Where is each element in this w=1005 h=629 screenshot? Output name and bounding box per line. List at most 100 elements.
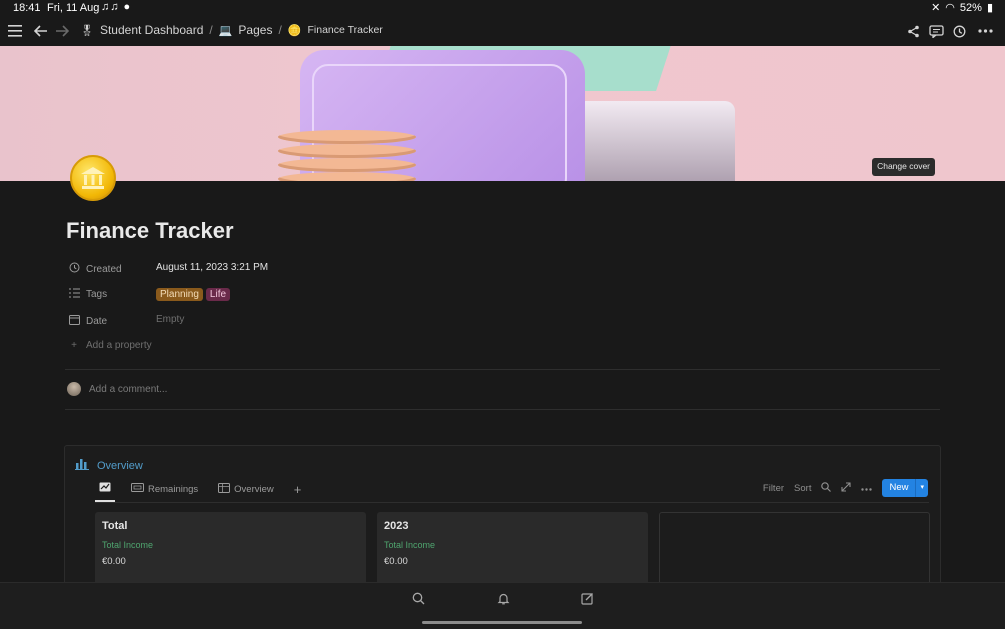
database-block: Overview Remainings Overview + Filter So… [64, 445, 941, 592]
property-value: August 11, 2023 3:21 PM [156, 262, 269, 273]
back-icon[interactable] [31, 21, 51, 41]
status-time: 18:41 [13, 2, 41, 14]
avatar [67, 382, 81, 396]
plus-icon: + [293, 481, 302, 497]
wifi-icon: ◠ [945, 2, 955, 14]
status-right: ✕ ◠ 52% ▮ [931, 1, 993, 15]
status-date: Fri, 11 Aug [47, 2, 100, 14]
plus-icon: + [71, 340, 77, 351]
change-cover-button[interactable]: Change cover [872, 158, 935, 176]
property-key: Tags [68, 288, 107, 301]
filter-button[interactable]: Filter [763, 483, 784, 494]
battery-icon: ▮ [986, 2, 993, 14]
breadcrumb-root[interactable]: Student Dashboard [100, 23, 203, 37]
more-options-icon[interactable] [975, 21, 995, 41]
property-name: Tags [86, 289, 108, 300]
breadcrumb-pages[interactable]: Pages [238, 23, 272, 37]
card-2023[interactable]: 2023 Total Income €0.00 [377, 512, 648, 592]
property-key: Created [68, 262, 122, 276]
cover-coin [278, 158, 416, 172]
cover-image [0, 46, 1005, 181]
card-field-value: €0.00 [102, 556, 126, 567]
comment-placeholder: Add a comment... [89, 383, 168, 395]
bank-coin-icon[interactable] [70, 155, 116, 201]
share-icon[interactable] [903, 21, 923, 41]
top-bar: 🎖 Student Dashboard / 💻 Pages / 🪙 Financ… [0, 16, 1005, 46]
breadcrumb-separator: / [209, 23, 213, 37]
page-title[interactable]: Finance Tracker [66, 218, 234, 244]
property-key: Date [68, 314, 107, 328]
database-title-label: Overview [97, 459, 143, 472]
list-icon [68, 288, 80, 301]
new-button-label: New [889, 482, 909, 493]
property-value: Planning Life [156, 288, 233, 301]
add-view-button[interactable]: + [290, 476, 306, 502]
card-title: Total [102, 520, 128, 532]
table-icon [218, 482, 231, 496]
tab-remainings[interactable]: Remainings [127, 476, 202, 502]
tab-label: Remainings [148, 483, 199, 495]
clock-icon [68, 262, 80, 276]
chevron-down-icon[interactable]: ▾ [915, 479, 928, 497]
tab-chart[interactable] [95, 476, 115, 502]
status-bar: 18:41 Fri, 11 Aug ♫♫ ● ✕ ◠ 52% ▮ [0, 0, 1005, 16]
expand-icon[interactable] [841, 481, 852, 495]
history-icon[interactable] [949, 21, 969, 41]
coin-icon: 🪙 [287, 24, 302, 37]
breadcrumb: 🎖 Student Dashboard / 💻 Pages / 🪙 Financ… [80, 23, 383, 37]
card-field-value: €0.00 [384, 556, 408, 567]
battery-percent: 52% [959, 1, 982, 14]
breadcrumb-current[interactable]: Finance Tracker [308, 24, 383, 36]
card-total[interactable]: Total Total Income €0.00 [95, 512, 366, 592]
medal-icon: 🎖 [80, 24, 94, 37]
properties-panel: Created August 11, 2023 3:21 PM Tags Pla… [68, 260, 938, 364]
comments-icon[interactable] [926, 21, 946, 41]
forward-icon[interactable] [52, 21, 72, 41]
divider [65, 409, 940, 410]
card-empty[interactable] [659, 512, 930, 592]
laptop-icon: 💻 [218, 24, 233, 37]
card-field-label: Total Income [102, 540, 154, 550]
property-value[interactable]: Empty [156, 314, 184, 325]
property-created[interactable]: Created August 11, 2023 3:21 PM [68, 260, 938, 286]
property-date[interactable]: Date Empty [68, 312, 938, 338]
cover-card [575, 101, 735, 181]
tag-life[interactable]: Life [205, 288, 231, 301]
chart-icon [99, 482, 111, 495]
sort-button[interactable]: Sort [794, 483, 811, 494]
property-name: Created [86, 263, 122, 275]
compose-icon[interactable] [578, 592, 596, 610]
menu-icon[interactable] [5, 21, 25, 41]
cover-coin [278, 172, 416, 181]
tab-label: Overview [234, 483, 274, 495]
cover-coin [278, 130, 416, 144]
card-field-label: Total Income [384, 540, 436, 550]
database-title[interactable]: Overview [75, 458, 143, 473]
cover-coin [278, 144, 416, 158]
tab-overview[interactable]: Overview [214, 476, 278, 502]
add-property-label: Add a property [86, 340, 152, 351]
property-name: Date [86, 315, 108, 327]
mute-icon: ✕ [931, 2, 941, 14]
comment-input[interactable]: Add a comment... [67, 382, 167, 396]
breadcrumb-separator: / [278, 23, 282, 37]
notification-icons: ♫♫ ● [101, 1, 132, 13]
calendar-icon [68, 314, 80, 328]
tag-planning[interactable]: Planning [156, 288, 203, 301]
card-title: 2023 [384, 520, 409, 532]
card-gallery: Total Total Income €0.00 2023 Total Inco… [95, 512, 930, 592]
add-property-button[interactable]: + Add a property [68, 338, 938, 364]
bell-icon[interactable] [494, 592, 512, 610]
more-icon[interactable] [861, 483, 873, 494]
database-toolbar: Filter Sort New ▾ [763, 479, 928, 497]
bar-chart-icon [75, 458, 89, 473]
divider [65, 369, 940, 370]
add-property: + Add a property [68, 340, 152, 351]
property-tags[interactable]: Tags Planning Life [68, 286, 938, 312]
home-indicator[interactable] [422, 621, 582, 624]
search-icon[interactable] [821, 481, 832, 495]
new-button[interactable]: New ▾ [882, 479, 928, 497]
view-tabs: Remainings Overview + [95, 476, 305, 502]
gallery-icon [131, 483, 144, 495]
search-icon[interactable] [409, 592, 427, 610]
